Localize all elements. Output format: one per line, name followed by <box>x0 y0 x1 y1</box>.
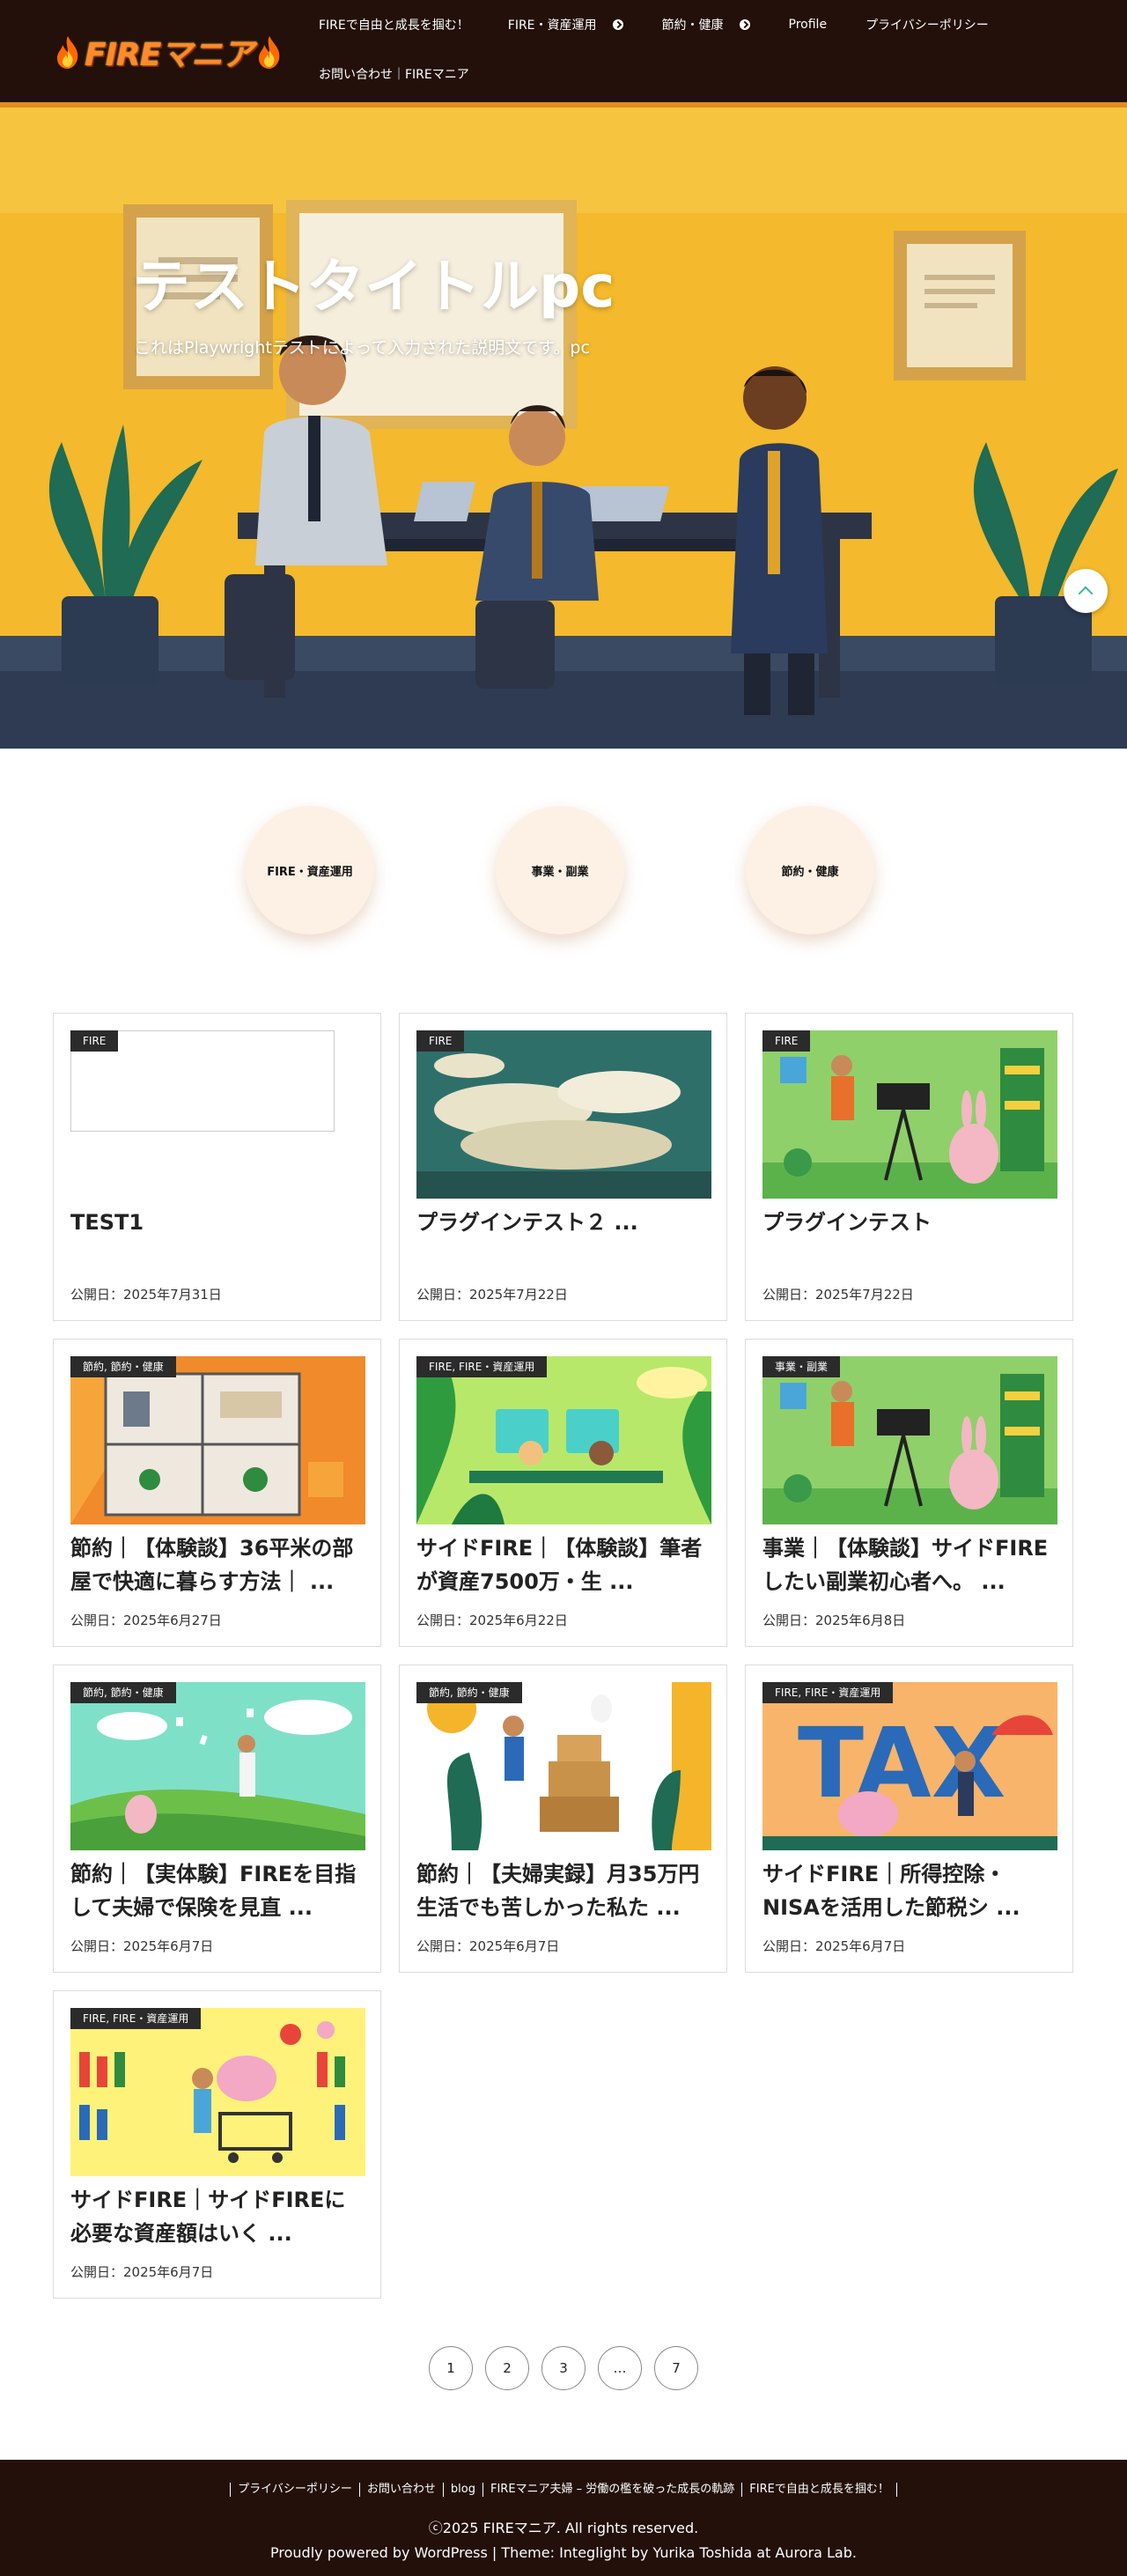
category-badge[interactable]: FIRE, FIRE・資産運用 <box>416 1356 548 1377</box>
post-title[interactable]: プラグインテスト２ ... <box>416 1206 711 1239</box>
post-title[interactable]: サイドFIRE｜所得控除・NISAを活用した節税シ ... <box>762 1857 1057 1924</box>
category-saving-health[interactable]: 節約・健康 <box>746 806 874 934</box>
flame-icon <box>55 34 81 70</box>
nav-item-privacy[interactable]: プライバシーポリシー <box>846 0 1008 49</box>
post-thumbnail[interactable] <box>70 2008 365 2176</box>
post-date: 公開日：2025年7月22日 <box>762 1287 914 1303</box>
post-title[interactable]: 節約｜【体験談】36平米の部屋で快適に暮らす方法｜ ... <box>70 1532 365 1598</box>
post-card[interactable]: FIRE プラグインテスト２ ... 公開日：2025年7月22日 <box>399 1013 727 1321</box>
logo-text: FIREマニア <box>85 37 254 73</box>
footer-link-contact[interactable]: お問い合わせ <box>358 2483 443 2497</box>
post-title[interactable]: TEST1 <box>70 1206 365 1239</box>
post-date: 公開日：2025年7月22日 <box>416 1287 568 1303</box>
post-thumbnail[interactable] <box>416 1356 711 1524</box>
footer-link-blog[interactable]: blog <box>442 2483 482 2497</box>
hero-illustration <box>0 107 1127 749</box>
post-date: 公開日：2025年6月27日 <box>70 1613 222 1628</box>
category-badge[interactable]: 事業・副業 <box>762 1356 841 1377</box>
site-footer: プライバシーポリシー お問い合わせ blog FIREマニア夫婦 – 労働の檻を… <box>0 2460 1127 2576</box>
post-title[interactable]: 節約｜【夫婦実録】月35万円生活でも苦しかった私た ... <box>416 1857 711 1924</box>
footer-link-about[interactable]: FIREマニア夫婦 – 労働の檻を破った成長の軌跡 <box>482 2483 741 2497</box>
copyright: ⓒ2025 FIREマニア. All rights reserved. <box>428 2520 699 2536</box>
chevron-right-icon[interactable] <box>739 19 750 30</box>
nav-item-label: プライバシーポリシー <box>866 18 989 33</box>
post-date: 公開日：2025年6月7日 <box>70 1938 214 1954</box>
site-logo[interactable]: FIREマニア <box>55 32 301 73</box>
nav-item-contact[interactable]: お問い合わせ｜FIREマニア <box>299 49 489 99</box>
nav-item-fire-freedom[interactable]: FIREで自由と成長を掴む！ <box>299 0 489 49</box>
post-title[interactable]: サイドFIRE｜【体験談】筆者が資産7500万・生 ... <box>416 1532 711 1598</box>
post-title[interactable]: 事業｜【体験談】サイドFIREしたい副業初心者へ。 ... <box>762 1532 1057 1598</box>
post-title[interactable]: サイドFIRE｜サイドFIREに必要な資産額はいく ... <box>70 2183 365 2250</box>
nav-item-label: お問い合わせ｜FIREマニア <box>319 68 469 82</box>
post-thumbnail[interactable] <box>416 1682 711 1850</box>
page-link-1[interactable]: 1 <box>429 2346 473 2390</box>
hero-description: これはPlaywrightテストによって入力された説明文です。pc <box>134 338 590 358</box>
category-badge[interactable]: FIRE <box>762 1030 811 1052</box>
post-card[interactable]: 節約, 節約・健康 節約｜【実体験】FIREを目指して夫婦で保険を見直 ... … <box>53 1664 381 1973</box>
category-label: 事業・副業 <box>531 865 589 879</box>
category-links: FIRE・資産運用 事業・副業 節約・健康 <box>0 749 1127 1013</box>
post-card[interactable]: FIRE TEST1 公開日：2025年7月31日 <box>53 1013 381 1321</box>
post-date: 公開日：2025年6月7日 <box>70 2264 214 2280</box>
post-date: 公開日：2025年6月8日 <box>762 1613 906 1628</box>
nav-item-label: FIREで自由と成長を掴む！ <box>319 18 469 33</box>
post-card[interactable]: FIRE プラグインテスト 公開日：2025年7月22日 <box>745 1013 1073 1321</box>
hero-slider: テストタイトルpc これはPlaywrightテストによって入力された説明文です… <box>0 107 1127 749</box>
footer-nav: プライバシーポリシー お問い合わせ blog FIREマニア夫婦 – 労働の檻を… <box>0 2483 1127 2497</box>
nav-item-label: FIRE・資産運用 <box>507 18 597 33</box>
post-card[interactable]: TAX FIRE, FIRE・資産運用 サイドFIRE｜所得控除・NISAを活用… <box>745 1664 1073 1973</box>
category-badge[interactable]: 節約, 節約・健康 <box>70 1356 176 1377</box>
chevron-right-icon[interactable] <box>612 19 623 30</box>
nav-item-label: Profile <box>788 18 828 32</box>
flame-icon <box>256 34 283 70</box>
category-badge[interactable]: 節約, 節約・健康 <box>416 1682 522 1703</box>
category-fire-investment[interactable]: FIRE・資産運用 <box>246 806 374 934</box>
post-date: 公開日：2025年6月22日 <box>416 1613 568 1628</box>
category-business-side-job[interactable]: 事業・副業 <box>496 806 624 934</box>
category-label: FIRE・資産運用 <box>267 865 353 879</box>
post-card[interactable]: 節約, 節約・健康 節約｜【夫婦実録】月35万円生活でも苦しかった私た ... … <box>399 1664 727 1973</box>
post-thumbnail[interactable] <box>70 1356 365 1524</box>
post-grid: FIRE TEST1 公開日：2025年7月31日 FIRE プラグインテスト２… <box>0 1013 1127 2346</box>
powered-by: Proudly powered by WordPress | Theme: In… <box>270 2544 857 2561</box>
category-badge[interactable]: FIRE <box>70 1030 119 1052</box>
page-link-7[interactable]: 7 <box>654 2346 698 2390</box>
post-title[interactable]: プラグインテスト <box>762 1206 1057 1239</box>
post-date: 公開日：2025年6月7日 <box>416 1938 560 1954</box>
category-badge[interactable]: 節約, 節約・健康 <box>70 1682 176 1703</box>
post-title[interactable]: 節約｜【実体験】FIREを目指して夫婦で保険を見直 ... <box>70 1857 365 1924</box>
category-badge[interactable]: FIRE, FIRE・資産運用 <box>70 2008 202 2029</box>
post-card[interactable]: FIRE, FIRE・資産運用 サイドFIRE｜サイドFIREに必要な資産額はい… <box>53 1990 381 2299</box>
post-thumbnail[interactable] <box>70 1682 365 1850</box>
pagination: 1 2 3 … 7 <box>0 2346 1127 2452</box>
post-card[interactable]: 事業・副業 事業｜【体験談】サイドFIREしたい副業初心者へ。 ... 公開日：… <box>745 1339 1073 1647</box>
page-link-2[interactable]: 2 <box>485 2346 529 2390</box>
post-card[interactable]: FIRE, FIRE・資産運用 サイドFIRE｜【体験談】筆者が資産7500万・… <box>399 1339 727 1647</box>
category-badge[interactable]: FIRE <box>416 1030 465 1052</box>
post-thumbnail[interactable]: TAX <box>762 1682 1057 1850</box>
post-date: 公開日：2025年7月31日 <box>70 1287 222 1303</box>
footer-link-fire-freedom[interactable]: FIREで自由と成長を掴む！ <box>741 2483 897 2497</box>
page-link-3[interactable]: 3 <box>541 2346 586 2390</box>
post-card[interactable]: 節約, 節約・健康 節約｜【体験談】36平米の部屋で快適に暮らす方法｜ ... … <box>53 1339 381 1647</box>
nav-item-profile[interactable]: Profile <box>770 0 847 49</box>
post-thumbnail[interactable] <box>762 1030 1057 1199</box>
nav-item-saving-health[interactable]: 節約・健康 <box>643 0 770 49</box>
category-label: 節約・健康 <box>781 865 839 879</box>
nav-item-fire-investment[interactable]: FIRE・資産運用 <box>489 0 643 49</box>
scroll-to-top-button[interactable] <box>1064 569 1108 613</box>
site-header: FIREマニア FIREで自由と成長を掴む！ FIRE・資産運用 節約・健康 P… <box>0 0 1127 111</box>
nav-item-label: 節約・健康 <box>661 18 724 33</box>
category-badge[interactable]: FIRE, FIRE・資産運用 <box>762 1682 894 1703</box>
footer-link-privacy[interactable]: プライバシーポリシー <box>230 2483 359 2497</box>
post-thumbnail[interactable] <box>416 1030 711 1199</box>
global-nav: FIREで自由と成長を掴む！ FIRE・資産運用 節約・健康 Profile プ… <box>299 0 1092 99</box>
hero-title: テストタイトルpc <box>132 253 615 321</box>
post-date: 公開日：2025年6月7日 <box>762 1938 906 1954</box>
page-ellipsis: … <box>598 2346 642 2390</box>
post-thumbnail[interactable] <box>762 1356 1057 1524</box>
